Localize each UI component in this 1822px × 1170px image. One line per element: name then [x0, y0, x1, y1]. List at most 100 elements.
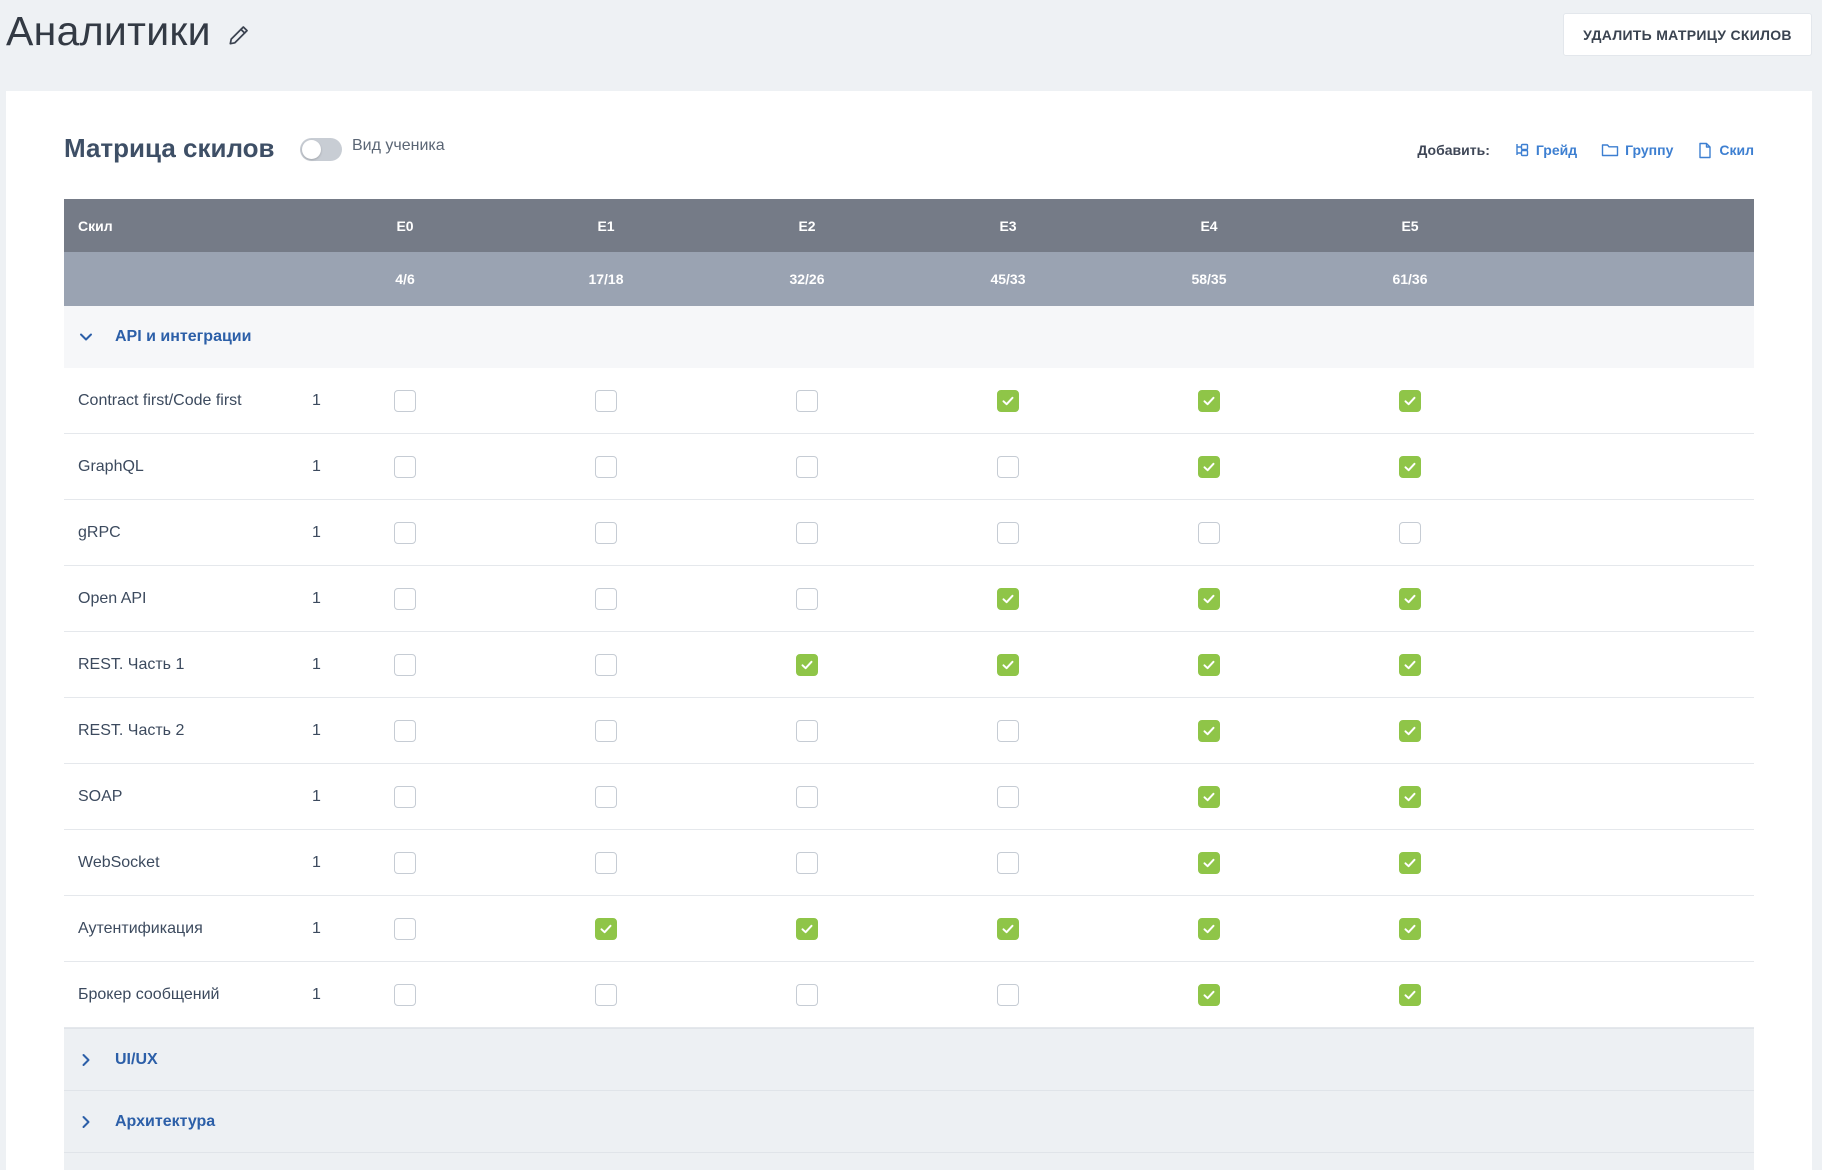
- grade-checkbox-e4[interactable]: [1198, 851, 1220, 874]
- grade-checkbox-e1[interactable]: [595, 719, 617, 742]
- grade-score-e3: 45/33: [990, 271, 1026, 287]
- grade-checkbox-e2[interactable]: [796, 983, 818, 1006]
- grade-checkbox-e4[interactable]: [1198, 983, 1220, 1006]
- grade-checkbox-e5[interactable]: [1399, 455, 1421, 478]
- grade-checkbox-e0[interactable]: [394, 653, 416, 676]
- chevron-right-icon[interactable]: [78, 1052, 94, 1068]
- grade-checkbox-e3[interactable]: [997, 587, 1019, 610]
- group-row[interactable]: UI/UX: [64, 1028, 1754, 1090]
- pencil-edit-icon[interactable]: [226, 22, 252, 48]
- skill-name[interactable]: SOAP: [78, 788, 122, 806]
- add-group-link[interactable]: Группу: [1601, 142, 1673, 158]
- grade-checkbox-e0[interactable]: [394, 521, 416, 544]
- add-skill-label: Скил: [1719, 142, 1754, 158]
- grade-checkbox-e5[interactable]: [1399, 785, 1421, 808]
- grade-checkbox-e4[interactable]: [1198, 653, 1220, 676]
- grade-checkbox-e4[interactable]: [1198, 455, 1220, 478]
- skill-groups: API и интеграции Contract first/Code firs…: [64, 306, 1754, 1170]
- grade-checkbox-e2[interactable]: [796, 719, 818, 742]
- grade-checkbox-e4[interactable]: [1198, 719, 1220, 742]
- grade-checkbox-e5[interactable]: [1399, 653, 1421, 676]
- skill-name[interactable]: REST. Часть 2: [78, 722, 184, 740]
- grade-checkbox-e4[interactable]: [1198, 587, 1220, 610]
- delete-matrix-button[interactable]: УДАЛИТЬ МАТРИЦУ СКИЛОВ: [1563, 13, 1812, 56]
- grade-header-e1[interactable]: E1: [566, 199, 646, 252]
- chevron-down-icon[interactable]: [78, 329, 94, 345]
- grade-checkbox-e1[interactable]: [595, 389, 617, 412]
- grade-checkbox-e0[interactable]: [394, 719, 416, 742]
- group-label[interactable]: API и интеграции: [115, 328, 251, 346]
- grade-checkbox-e3[interactable]: [997, 521, 1019, 544]
- grade-header-e3[interactable]: E3: [968, 199, 1048, 252]
- grade-checkbox-e0[interactable]: [394, 917, 416, 940]
- grade-checkbox-e0[interactable]: [394, 785, 416, 808]
- skill-name[interactable]: WebSocket: [78, 854, 160, 872]
- grade-checkbox-e1[interactable]: [595, 851, 617, 874]
- grade-checkbox-e5[interactable]: [1399, 587, 1421, 610]
- skill-weight: 1: [312, 919, 321, 937]
- grade-checkbox-e1[interactable]: [595, 653, 617, 676]
- grade-header-e0[interactable]: E0: [365, 199, 445, 252]
- grade-checkbox-e3[interactable]: [997, 653, 1019, 676]
- group-label[interactable]: UI/UX: [115, 1051, 158, 1069]
- group-row[interactable]: API и интеграции: [64, 306, 1754, 368]
- grade-checkbox-e1[interactable]: [595, 785, 617, 808]
- grade-checkbox-e3[interactable]: [997, 785, 1019, 808]
- add-grade-link[interactable]: Грейд: [1514, 142, 1577, 158]
- skill-name[interactable]: Аутентификация: [78, 920, 203, 938]
- grade-checkbox-e2[interactable]: [796, 521, 818, 544]
- grade-checkbox-e0[interactable]: [394, 587, 416, 610]
- grade-checkbox-e5[interactable]: [1399, 521, 1421, 544]
- grade-checkbox-e3[interactable]: [997, 983, 1019, 1006]
- skill-weight: 1: [312, 787, 321, 805]
- grade-checkbox-e0[interactable]: [394, 455, 416, 478]
- grade-checkbox-e2[interactable]: [796, 455, 818, 478]
- grade-header-e4[interactable]: E4: [1169, 199, 1249, 252]
- grade-checkbox-e0[interactable]: [394, 851, 416, 874]
- grade-checkbox-e5[interactable]: [1399, 917, 1421, 940]
- grade-checkbox-e2[interactable]: [796, 587, 818, 610]
- grade-header-e2[interactable]: E2: [767, 199, 847, 252]
- add-group-label: Группу: [1625, 142, 1674, 158]
- grade-header-e5[interactable]: E5: [1370, 199, 1450, 252]
- grade-checkbox-e4[interactable]: [1198, 785, 1220, 808]
- add-skill-link[interactable]: Скил: [1697, 142, 1754, 159]
- skill-name[interactable]: REST. Часть 1: [78, 656, 184, 674]
- grade-checkbox-e3[interactable]: [997, 389, 1019, 412]
- grade-checkbox-e5[interactable]: [1399, 389, 1421, 412]
- grade-checkbox-e2[interactable]: [796, 917, 818, 940]
- skill-name[interactable]: Брокер сообщений: [78, 986, 219, 1004]
- grade-checkbox-e5[interactable]: [1399, 719, 1421, 742]
- grade-checkbox-e3[interactable]: [997, 455, 1019, 478]
- skill-name[interactable]: Contract first/Code first: [78, 392, 242, 410]
- skill-name[interactable]: GraphQL: [78, 458, 144, 476]
- grade-score-e0: 4/6: [395, 271, 415, 287]
- skill-name[interactable]: gRPC: [78, 524, 121, 542]
- grade-checkbox-e5[interactable]: [1399, 983, 1421, 1006]
- grade-checkbox-e3[interactable]: [997, 917, 1019, 940]
- grade-checkbox-e3[interactable]: [997, 851, 1019, 874]
- chevron-right-icon[interactable]: [78, 1114, 94, 1130]
- grade-checkbox-e4[interactable]: [1198, 521, 1220, 544]
- group-label[interactable]: Архитектура: [115, 1113, 215, 1131]
- grade-checkbox-e1[interactable]: [595, 917, 617, 940]
- grade-checkbox-e5[interactable]: [1399, 851, 1421, 874]
- grade-checkbox-e3[interactable]: [997, 719, 1019, 742]
- grade-checkbox-e0[interactable]: [394, 389, 416, 412]
- grade-checkbox-e1[interactable]: [595, 983, 617, 1006]
- page-header: Аналитики УДАЛИТЬ МАТРИЦУ СКИЛОВ: [0, 0, 1822, 90]
- grade-checkbox-e1[interactable]: [595, 455, 617, 478]
- file-icon: [1699, 142, 1712, 158]
- grade-checkbox-e2[interactable]: [796, 851, 818, 874]
- grade-checkbox-e1[interactable]: [595, 587, 617, 610]
- student-view-toggle[interactable]: [300, 138, 342, 161]
- grade-checkbox-e1[interactable]: [595, 521, 617, 544]
- skill-name[interactable]: Open API: [78, 590, 147, 608]
- grade-checkbox-e2[interactable]: [796, 785, 818, 808]
- grade-checkbox-e4[interactable]: [1198, 917, 1220, 940]
- grade-checkbox-e0[interactable]: [394, 983, 416, 1006]
- grade-checkbox-e4[interactable]: [1198, 389, 1220, 412]
- grade-checkbox-e2[interactable]: [796, 653, 818, 676]
- group-row[interactable]: Архитектура: [64, 1090, 1754, 1152]
- grade-checkbox-e2[interactable]: [796, 389, 818, 412]
